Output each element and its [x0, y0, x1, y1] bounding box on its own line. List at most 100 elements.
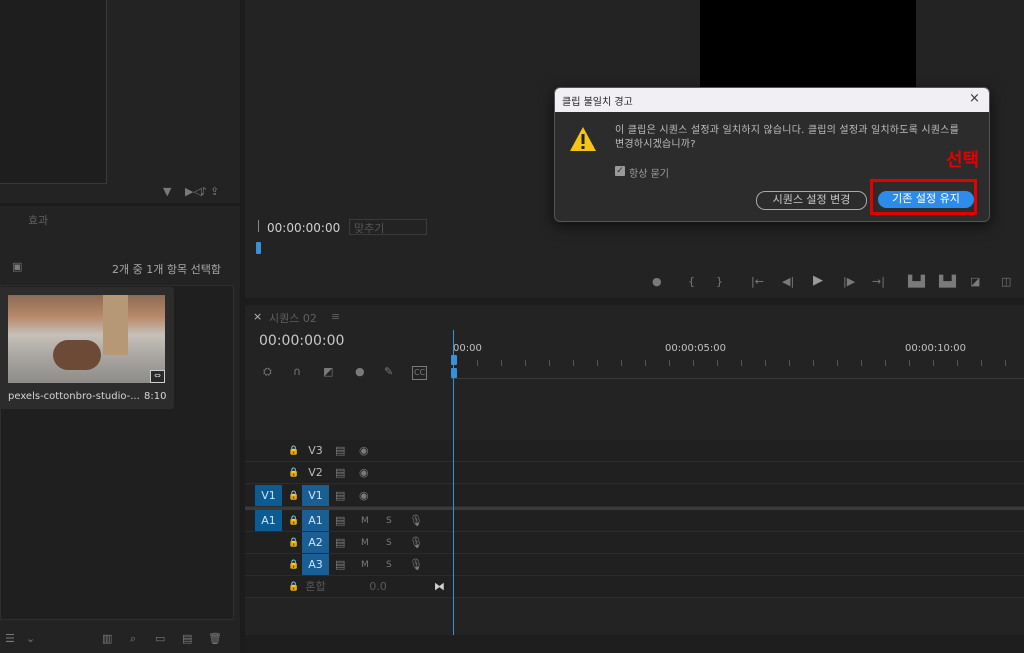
track-label[interactable]: V1 [302, 485, 329, 506]
step-back-icon[interactable]: ◀| [782, 276, 794, 288]
automate-icon[interactable]: ▥ [102, 633, 112, 645]
clip-name: pexels-cottonbro-studio-... [8, 391, 140, 402]
timeline-tab-menu[interactable]: ≡ [331, 310, 340, 323]
lock-icon[interactable]: 🔒 [288, 559, 299, 571]
mute-button[interactable]: M [361, 515, 369, 527]
new-item-icon[interactable]: ▤ [182, 633, 192, 645]
work-area-bar[interactable] [451, 368, 1024, 379]
solo-button[interactable]: S [386, 515, 392, 527]
microphone-icon[interactable]: 🎙 [409, 515, 423, 527]
program-playhead[interactable] [256, 242, 261, 254]
thumbnail-person [103, 295, 128, 355]
step-forward-icon[interactable]: |▶ [843, 276, 855, 288]
video-track-v3[interactable]: 🔒 V3 ▤ ◉ [245, 440, 1024, 462]
mute-button[interactable]: M [361, 559, 369, 571]
go-to-out-icon[interactable]: →| [872, 276, 885, 288]
source-preview [0, 0, 107, 184]
sync-lock-icon[interactable]: ▤ [335, 445, 345, 457]
source-patch-v1[interactable]: V1 [255, 485, 282, 506]
dialog-close-button[interactable]: × [969, 91, 980, 106]
sync-lock-icon[interactable]: ▤ [335, 467, 345, 479]
microphone-icon[interactable]: 🎙 [409, 559, 423, 571]
tab-sequence[interactable]: 시퀀스 02 [269, 310, 317, 326]
change-sequence-settings-button[interactable]: 시퀀스 설정 변경 [756, 191, 867, 210]
audio-track-a1[interactable]: A1 🔒 A1 ▤ M S 🎙 [245, 510, 1024, 532]
lift-icon[interactable]: ▙▟ [908, 276, 925, 288]
source-patch-a1[interactable]: A1 [255, 510, 282, 531]
clip-link-icon: ⇔ [150, 370, 165, 383]
timeline-playhead-marker[interactable] [451, 368, 457, 378]
nest-icon[interactable]: ⛭ [263, 366, 272, 378]
trash-icon[interactable]: 🗑 [208, 633, 222, 645]
sync-lock-icon[interactable]: ▤ [335, 537, 345, 549]
ruler-label-0: 00:00 [453, 343, 482, 354]
mark-out-icon[interactable]: } [716, 276, 723, 288]
program-video-frame [700, 0, 916, 88]
microphone-icon[interactable]: 🎙 [409, 537, 423, 549]
solo-button[interactable]: S [386, 537, 392, 549]
sync-lock-icon[interactable]: ▤ [335, 515, 345, 527]
lock-icon[interactable]: 🔒 [288, 515, 299, 527]
captions-icon[interactable]: CC [412, 366, 428, 380]
eye-icon[interactable]: ◉ [359, 445, 369, 457]
eye-icon[interactable]: ◉ [359, 490, 369, 502]
mark-in-icon[interactable]: { [688, 276, 695, 288]
mute-button[interactable]: M [361, 537, 369, 549]
lock-icon[interactable]: 🔒 [288, 537, 299, 549]
lock-icon[interactable]: 🔒 [288, 581, 299, 593]
play-icon[interactable]: ▶ [813, 274, 823, 287]
mix-value[interactable]: 0.0 [363, 576, 393, 597]
video-track-v1[interactable]: V1 🔒 V1 ▤ ◉ [245, 485, 1024, 507]
video-track-v2[interactable]: 🔒 V2 ▤ ◉ [245, 462, 1024, 484]
selection-info: 2개 중 1개 항목 선택함 [112, 263, 221, 276]
eye-icon[interactable]: ◉ [359, 467, 369, 479]
new-bin-icon[interactable]: ▭ [155, 633, 165, 645]
track-label[interactable]: A1 [302, 510, 329, 531]
audio-icon[interactable]: ♪ [200, 186, 207, 198]
tab-effects[interactable]: 효과 [28, 212, 48, 228]
mix-label: 혼합 [305, 580, 326, 593]
clip-thumbnail[interactable]: ⇔ [8, 295, 165, 383]
dialog-message: 이 클립은 시퀀스 설정과 일치하지 않습니다. 클립의 설정과 일치하도록 시… [615, 125, 959, 150]
go-to-in-icon[interactable]: |← [751, 276, 764, 288]
sync-lock-icon[interactable]: ▤ [335, 559, 345, 571]
program-timecode[interactable]: 00:00:00:00 [267, 221, 340, 235]
mix-track[interactable]: 🔒 혼합 0.0 ⧓ [245, 576, 1024, 598]
add-marker-icon[interactable]: ● [355, 366, 365, 378]
time-ruler-ticks[interactable] [453, 360, 1024, 366]
lock-icon[interactable]: 🔒 [288, 467, 299, 479]
sync-lock-icon[interactable]: ▤ [335, 490, 345, 502]
timeline-playhead-head[interactable] [451, 355, 457, 365]
track-label[interactable]: A2 [302, 532, 329, 553]
track-label[interactable]: V3 [302, 440, 329, 461]
always-ask-label[interactable]: 항상 묻기 [629, 165, 669, 180]
list-view-icon[interactable]: ☰ [5, 633, 15, 645]
timeline-timecode[interactable]: 00:00:00:00 [259, 333, 344, 349]
track-label[interactable]: A3 [302, 554, 329, 575]
audio-track-a2[interactable]: 🔒 A2 ▤ M S 🎙 [245, 532, 1024, 554]
solo-button[interactable]: S [386, 559, 392, 571]
export-icon[interactable]: ⇪ [210, 186, 219, 198]
always-ask-checkbox[interactable]: ✓ [615, 166, 625, 176]
chevron-down-icon[interactable]: ⌄ [26, 633, 35, 645]
settings-wrench-icon[interactable]: ✎ [384, 366, 393, 378]
timeline-scrollbar[interactable] [245, 635, 1024, 653]
export-frame-icon[interactable]: ◪ [970, 276, 980, 288]
lock-icon[interactable]: 🔒 [288, 445, 299, 457]
track-label[interactable]: V2 [302, 462, 329, 483]
snap-icon[interactable]: ∩ [293, 366, 301, 378]
linked-selection-icon[interactable]: ◩ [323, 366, 333, 378]
filter-icon[interactable]: ▼ [163, 186, 171, 198]
dialog-titlebar[interactable]: 클립 불일치 경고 × [555, 88, 989, 112]
compare-icon[interactable]: ◫ [1001, 276, 1011, 288]
audio-track-a3[interactable]: 🔒 A3 ▤ M S 🎙 [245, 554, 1024, 576]
search-icon[interactable]: ⌕ [130, 633, 136, 645]
clip-thumbnail-card[interactable]: ⇔ pexels-cottonbro-studio-... 8:10 [0, 287, 174, 409]
lock-icon[interactable]: 🔒 [288, 490, 299, 502]
fit-dropdown[interactable]: 맞추기 [349, 219, 427, 235]
timeline-tab-close[interactable]: × [253, 310, 262, 323]
folder-icon[interactable]: ▣ [12, 261, 22, 273]
go-to-end-icon[interactable]: ⧓ [434, 581, 445, 593]
extract-icon[interactable]: ▙▟ [939, 276, 956, 288]
marker-icon[interactable]: ● [652, 276, 662, 288]
